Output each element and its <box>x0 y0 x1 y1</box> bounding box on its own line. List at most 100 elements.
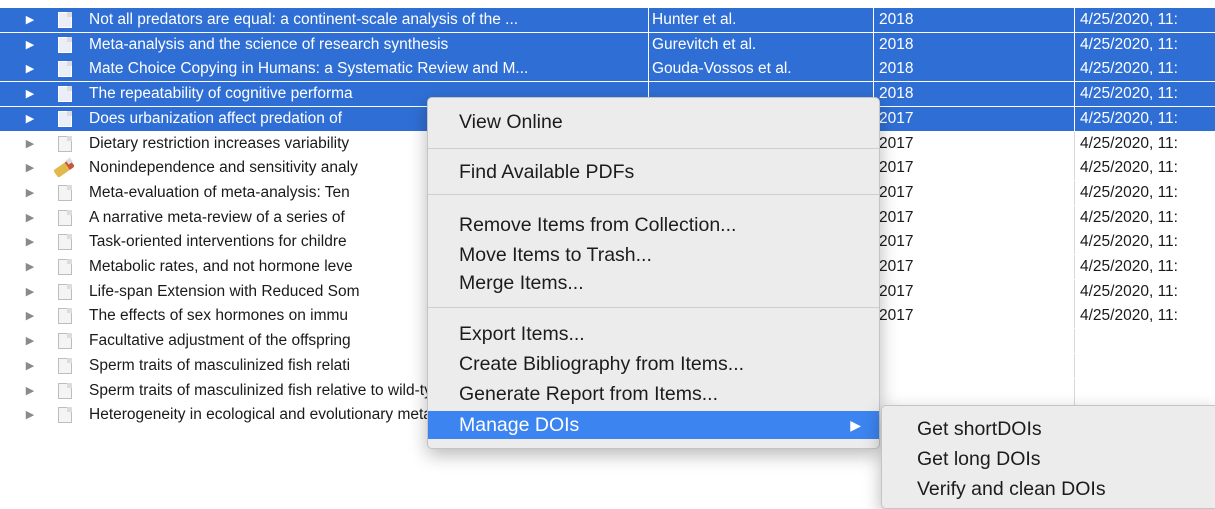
document-icon <box>58 333 72 350</box>
item-year: 2018 <box>879 60 914 78</box>
disclosure-triangle-icon[interactable]: ▶ <box>23 304 37 328</box>
disclosure-triangle-icon[interactable]: ▶ <box>23 181 37 205</box>
item-date-added: 4/25/2020, 11: <box>1080 258 1178 275</box>
disclosure-triangle-icon[interactable]: ▶ <box>23 280 37 304</box>
document-icon <box>58 259 72 275</box>
disclosure-triangle-icon[interactable]: ▶ <box>23 354 37 378</box>
submenu-item-get-shortdois[interactable]: Get shortDOIs <box>882 415 1215 443</box>
document-icon <box>58 36 72 53</box>
disclosure-triangle-icon[interactable]: ▶ <box>23 132 37 156</box>
menu-item-label: Manage DOIs <box>459 414 580 436</box>
context-menu: View Online Find Available PDFs Remove Ite… <box>427 97 880 449</box>
item-year: 2017 <box>879 208 914 226</box>
menu-item-manage-dois[interactable]: Manage DOIs ▶ <box>428 411 879 439</box>
item-creator: Gurevitch et al. <box>652 35 757 53</box>
column-separator <box>1074 8 1075 32</box>
menu-item-remove-items-from-collection[interactable]: Remove Items from Collection... <box>428 211 879 239</box>
menu-item-find-available-pdfs[interactable]: Find Available PDFs <box>428 158 879 186</box>
menu-item-label: Generate Report from Items... <box>459 383 719 405</box>
item-date-added: 4/25/2020, 11: <box>1080 183 1178 201</box>
document-icon <box>58 12 72 28</box>
menu-divider <box>428 194 879 195</box>
column-separator <box>1074 329 1075 354</box>
column-separator <box>1074 106 1075 131</box>
item-year: 2018 <box>879 35 914 53</box>
item-year: 2018 <box>879 85 914 103</box>
item-year: 2018 <box>879 11 914 28</box>
table-row[interactable]: ▶ Meta-analysis and the science of resear… <box>0 32 1215 57</box>
item-title: Not all predators are equal: a continent… <box>89 11 519 28</box>
disclosure-triangle-icon[interactable]: ▶ <box>23 107 37 131</box>
column-separator <box>1074 205 1075 230</box>
table-row[interactable]: ▶ Mate Choice Copying in Humans: a System… <box>0 57 1215 82</box>
disclosure-triangle-icon[interactable]: ▶ <box>23 156 37 180</box>
document-icon <box>58 110 72 127</box>
column-separator <box>1074 304 1075 329</box>
column-separator <box>1074 32 1075 57</box>
disclosure-triangle-icon[interactable]: ▶ <box>23 403 37 427</box>
item-title: Meta-analysis and the science of researc… <box>89 35 449 53</box>
column-separator <box>648 57 649 82</box>
submenu-arrow-icon: ▶ <box>850 417 861 433</box>
menu-item-generate-report-from-items[interactable]: Generate Report from Items... <box>428 380 879 408</box>
menu-item-label: Move Items to Trash... <box>459 244 652 266</box>
disclosure-triangle-icon[interactable]: ▶ <box>23 230 37 254</box>
column-separator <box>1074 279 1075 304</box>
menu-item-label: Find Available PDFs <box>459 161 635 183</box>
pencil-icon <box>53 159 75 179</box>
document-icon <box>58 382 72 399</box>
menu-item-label: Create Bibliography from Items... <box>459 353 745 375</box>
item-year: 2017 <box>879 109 914 127</box>
document-icon <box>58 86 72 103</box>
column-separator <box>1074 131 1075 156</box>
column-separator <box>1074 156 1075 181</box>
document-icon <box>58 357 72 374</box>
document-icon <box>58 209 72 226</box>
column-separator <box>648 8 649 32</box>
menu-divider <box>428 148 879 149</box>
column-separator <box>1074 378 1075 403</box>
submenu-item-verify-and-clean-dois[interactable]: Verify and clean DOIs <box>882 475 1215 503</box>
item-date-added: 4/25/2020, 11: <box>1080 233 1178 251</box>
menu-item-label: Remove Items from Collection... <box>459 214 737 236</box>
submenu-item-get-long-dois[interactable]: Get long DOIs <box>882 445 1215 473</box>
disclosure-triangle-icon[interactable]: ▶ <box>23 82 37 106</box>
menu-item-create-bibliography-from-items[interactable]: Create Bibliography from Items... <box>428 350 879 378</box>
column-separator <box>1074 82 1075 107</box>
disclosure-triangle-icon[interactable]: ▶ <box>23 255 37 279</box>
document-icon <box>58 308 72 325</box>
column-separator <box>873 57 874 82</box>
item-date-added: 4/25/2020, 11: <box>1080 60 1178 78</box>
disclosure-triangle-icon[interactable]: ▶ <box>23 8 37 32</box>
table-row[interactable]: ▶ Not all predators are equal: a continen… <box>0 8 1215 32</box>
item-date-added: 4/25/2020, 11: <box>1080 35 1178 53</box>
document-icon <box>58 184 72 201</box>
item-year: 2017 <box>879 159 914 177</box>
document-icon <box>58 61 72 78</box>
menu-item-move-items-to-trash[interactable]: Move Items to Trash... <box>428 241 879 269</box>
menu-item-label: View Online <box>459 111 563 133</box>
menu-item-export-items[interactable]: Export Items... <box>428 320 879 348</box>
column-separator <box>1074 255 1075 279</box>
disclosure-triangle-icon[interactable]: ▶ <box>23 379 37 403</box>
menu-divider <box>428 307 879 308</box>
column-separator <box>648 32 649 57</box>
item-title: Mate Choice Copying in Humans: a Systema… <box>89 60 529 78</box>
document-icon <box>58 135 72 152</box>
item-date-added: 4/25/2020, 11: <box>1080 159 1178 177</box>
column-separator <box>1074 57 1075 82</box>
item-date-added: 4/25/2020, 11: <box>1080 282 1178 300</box>
manage-dois-submenu: Get shortDOIs Get long DOIs Verify and cle… <box>881 405 1215 509</box>
disclosure-triangle-icon[interactable]: ▶ <box>23 57 37 81</box>
disclosure-triangle-icon[interactable]: ▶ <box>23 33 37 57</box>
item-creator: Gouda-Vossos et al. <box>652 60 792 78</box>
disclosure-triangle-icon[interactable]: ▶ <box>23 329 37 353</box>
menu-item-merge-items[interactable]: Merge Items... <box>428 269 879 297</box>
column-separator <box>1074 353 1075 378</box>
item-year: 2017 <box>879 258 914 275</box>
item-year: 2017 <box>879 307 914 325</box>
menu-item-view-online[interactable]: View Online <box>428 108 879 136</box>
document-icon <box>58 283 72 300</box>
disclosure-triangle-icon[interactable]: ▶ <box>23 206 37 230</box>
document-icon <box>58 234 72 251</box>
